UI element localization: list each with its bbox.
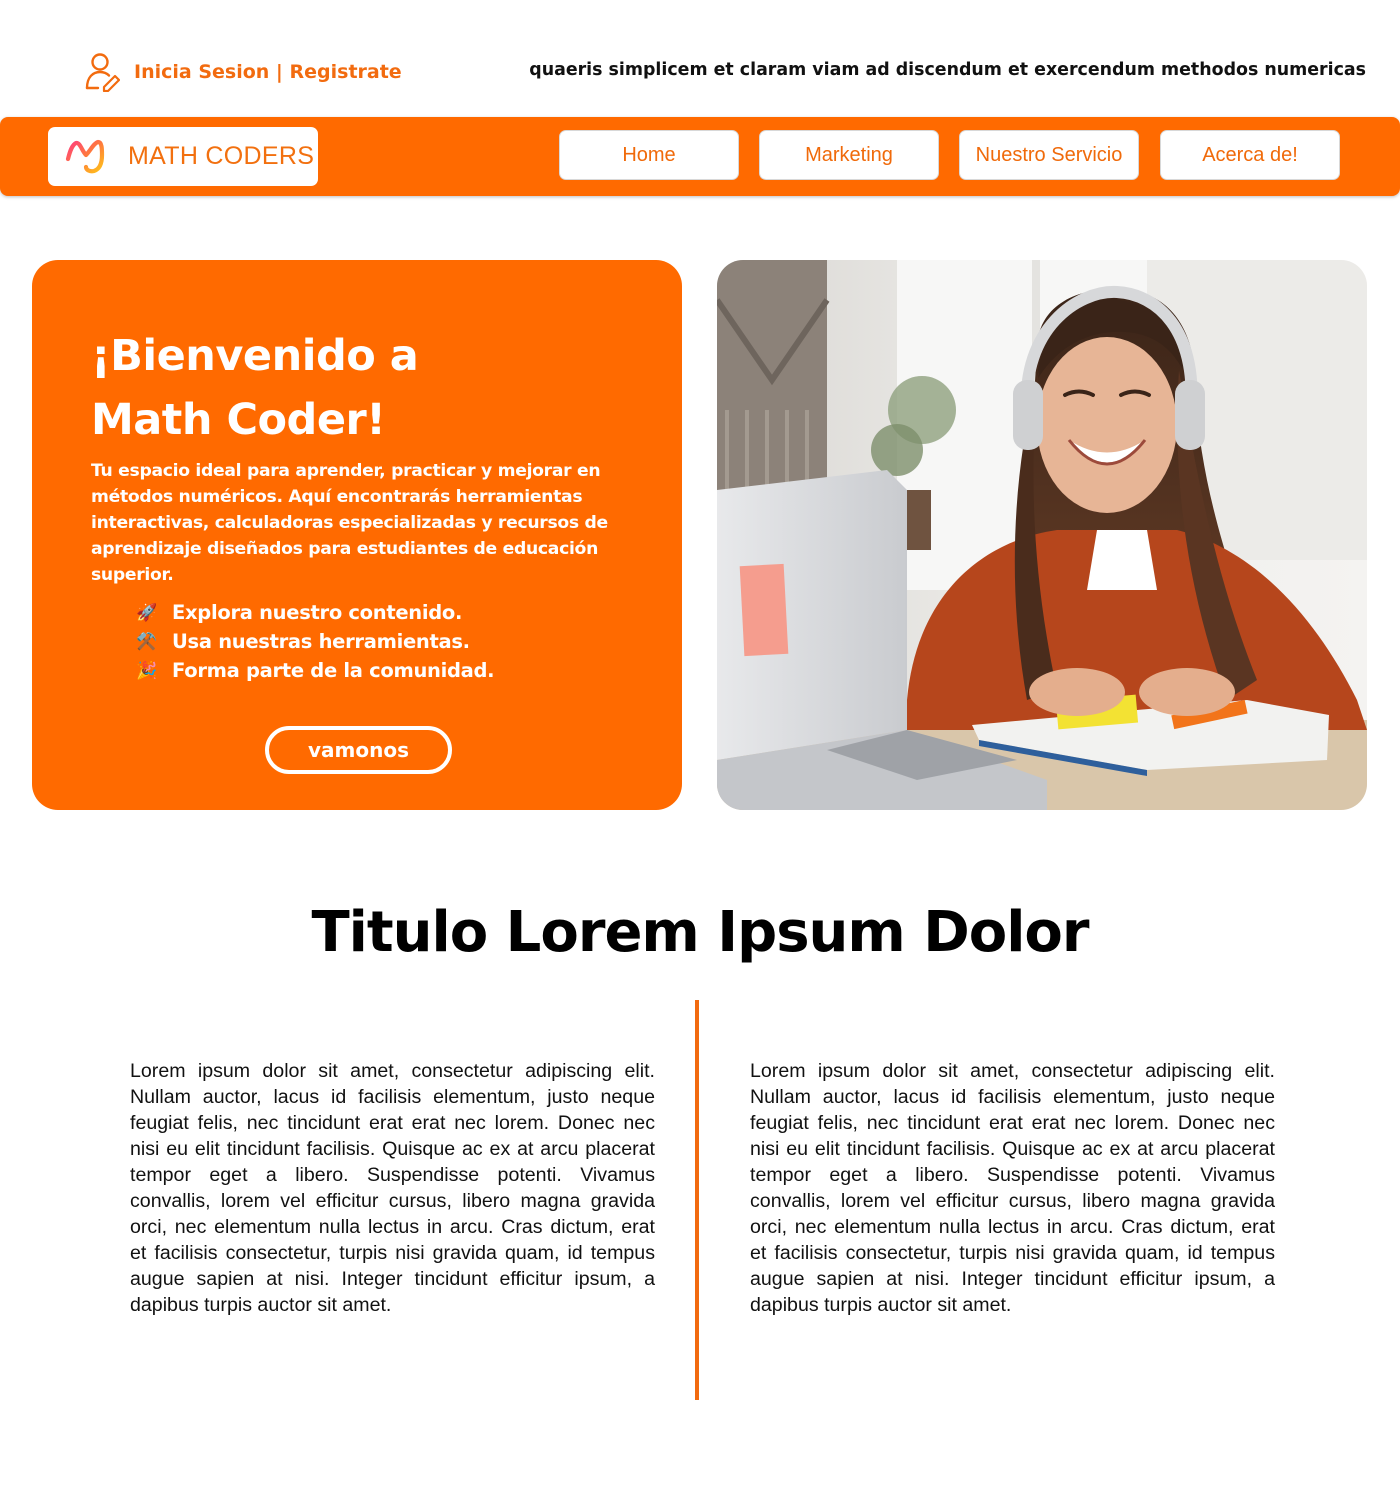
hero-title-line1: ¡Bienvenido a xyxy=(91,331,419,381)
hero-feature-list: 🚀 Explora nuestro contenido. ⚒️ Usa nues… xyxy=(136,598,495,685)
hero-title: ¡Bienvenido a Math Coder! xyxy=(91,324,631,452)
text-column-left: Lorem ipsum dolor sit amet, consectetur … xyxy=(130,1060,655,1316)
auth-separator: | xyxy=(275,61,283,83)
hero-feature-text: Explora nuestro contenido. xyxy=(172,601,463,624)
hammer-pick-icon: ⚒️ xyxy=(136,631,157,652)
register-link[interactable]: Registrate xyxy=(290,61,402,83)
text-column-right: Lorem ipsum dolor sit amet, consectetur … xyxy=(750,1060,1275,1316)
hero-description: Tu espacio ideal para aprender, practica… xyxy=(91,461,608,585)
hero-title-line2: Math Coder! xyxy=(91,395,386,445)
nav-home-button[interactable]: Home xyxy=(559,130,739,180)
hero-photo xyxy=(717,260,1367,810)
nav-about-button[interactable]: Acerca de! xyxy=(1160,130,1340,180)
hero-feature-item: 🚀 Explora nuestro contenido. xyxy=(136,598,494,627)
user-edit-icon[interactable] xyxy=(84,52,120,92)
hero-feature-item: ⚒️ Usa nuestras herramientas. xyxy=(136,627,494,656)
nav-marketing-button[interactable]: Marketing xyxy=(759,130,939,180)
party-popper-icon: 🎉 xyxy=(136,660,157,681)
main-navbar: MATH CODERS Home Marketing Nuestro Servi… xyxy=(0,117,1400,196)
brand-name: MATH CODERS xyxy=(128,142,315,170)
section-title: Titulo Lorem Ipsum Dolor xyxy=(311,900,1089,965)
rocket-icon: 🚀 xyxy=(136,602,157,623)
top-bar: Inicia Sesion | Registrate quaeris simpl… xyxy=(0,0,1400,116)
brand-logo-button[interactable]: MATH CODERS xyxy=(48,127,318,186)
hero-feature-text: Forma parte de la comunidad. xyxy=(172,659,495,682)
cta-button[interactable]: vamonos xyxy=(265,726,452,774)
login-link[interactable]: Inicia Sesion xyxy=(134,61,269,83)
math-coders-logo-icon xyxy=(65,139,105,173)
hero-feature-item: 🎉 Forma parte de la comunidad. xyxy=(136,656,495,685)
hero-card: ¡Bienvenido a Math Coder! Tu espacio ide… xyxy=(32,260,682,810)
column-divider xyxy=(695,1000,699,1400)
site-tagline: quaeris simplicem et claram viam ad disc… xyxy=(529,60,1366,80)
hero-feature-text: Usa nuestras herramientas. xyxy=(172,630,470,653)
nav-service-button[interactable]: Nuestro Servicio xyxy=(959,130,1139,180)
auth-links: Inicia Sesion | Registrate xyxy=(84,52,402,92)
student-laptop-illustration xyxy=(717,260,1367,810)
